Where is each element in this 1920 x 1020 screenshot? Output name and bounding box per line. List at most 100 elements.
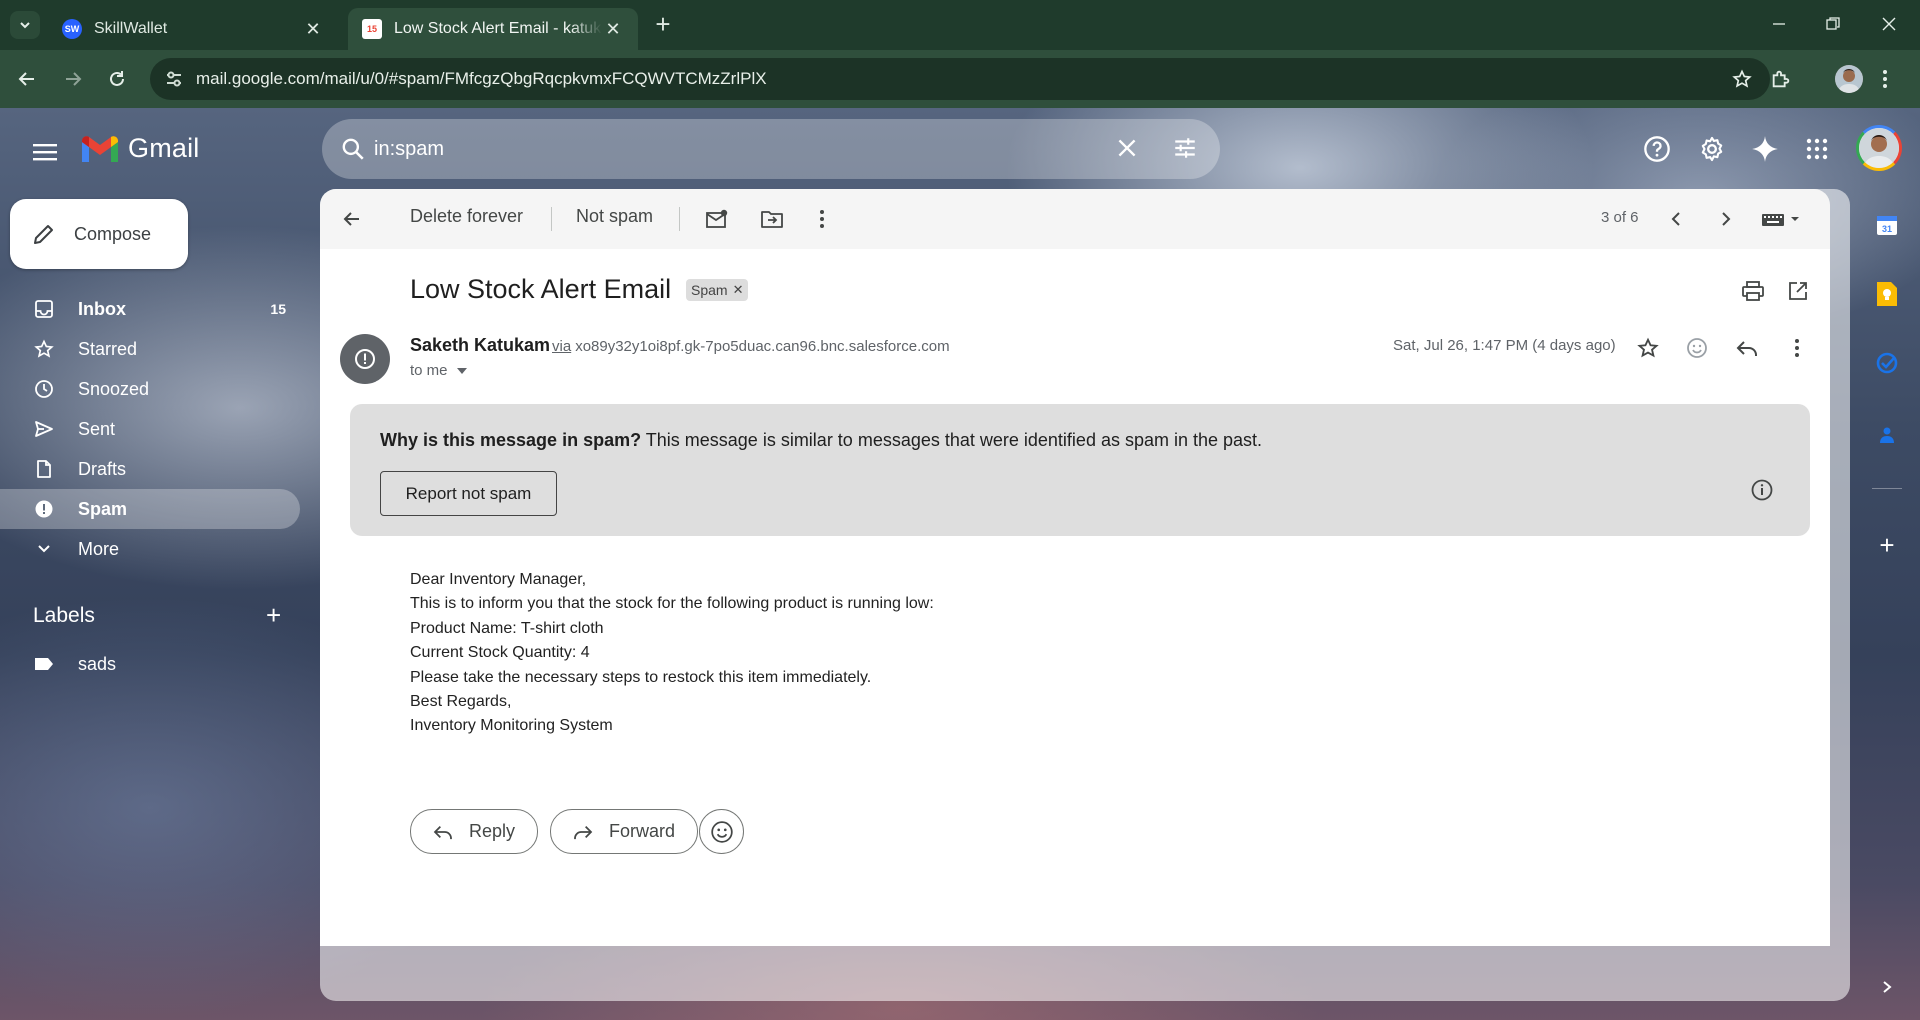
url-text[interactable]: mail.google.com/mail/u/0/#spam/FMfcgzQbg… <box>196 69 767 89</box>
clock-icon <box>32 377 56 401</box>
reload-icon[interactable] <box>102 64 132 94</box>
toolbar-divider <box>679 207 680 231</box>
spam-reason-text: Why is this message in spam? This messag… <box>380 430 1262 451</box>
gemini-sparkle-icon[interactable] <box>1748 132 1782 166</box>
message-more-icon[interactable] <box>1781 332 1813 364</box>
sidebar-item-label: Inbox <box>78 298 126 319</box>
google-apps-icon[interactable] <box>1800 132 1834 166</box>
message-body: Dear Inventory Manager, This is to infor… <box>410 568 934 739</box>
via-link[interactable]: via <box>552 338 571 355</box>
body-line: Please take the necessary steps to resto… <box>410 668 872 686</box>
help-icon[interactable] <box>1640 132 1674 166</box>
sender-name[interactable]: Saketh Katukam <box>410 335 550 356</box>
inbox-icon <box>32 297 56 321</box>
tab-skillwallet[interactable]: SW SkillWallet ✕ <box>48 8 338 50</box>
close-tab-icon[interactable]: ✕ <box>602 18 624 40</box>
body-line: This is to inform you that the stock for… <box>410 595 934 613</box>
browser-menu-icon[interactable] <box>1870 64 1900 94</box>
sidebar-item-label: sads <box>78 653 117 674</box>
tab-search-dropdown-icon[interactable] <box>10 11 40 39</box>
print-icon[interactable] <box>1737 275 1769 307</box>
clear-search-icon[interactable] <box>1114 135 1140 166</box>
sidebar-item-starred[interactable]: Starred <box>0 329 300 369</box>
sidebar-item-label: Spam <box>78 498 128 519</box>
mark-as-unread-icon[interactable] <box>701 203 733 235</box>
back-icon[interactable] <box>12 64 42 94</box>
sidebar-item-label: Snoozed <box>78 378 150 399</box>
browser-toolbar: mail.google.com/mail/u/0/#spam/FMfcgzQbg… <box>0 50 1920 108</box>
move-to-icon[interactable] <box>756 203 788 235</box>
sidebar-item-snoozed[interactable]: Snoozed <box>0 369 300 409</box>
sender-domain: xo89y32y1oi8pf.gk-7po5duac.can96.bnc.sal… <box>575 338 950 355</box>
close-tab-icon[interactable]: ✕ <box>302 18 324 40</box>
body-line: Current Stock Quantity: 4 <box>410 644 590 662</box>
spam-label-chip: Spam ✕ <box>686 279 749 301</box>
search-input[interactable] <box>374 119 1074 179</box>
sidebar-label-sads[interactable]: sads <box>0 644 300 684</box>
close-window-icon[interactable] <box>1866 8 1912 40</box>
emoji-reaction-button[interactable] <box>699 809 744 854</box>
compose-button[interactable]: Compose <box>10 199 188 269</box>
add-reaction-icon[interactable] <box>1681 332 1713 364</box>
keep-app-icon[interactable] <box>1870 277 1904 311</box>
add-label-icon[interactable]: + <box>266 602 281 628</box>
labels-heading: Labels <box>33 604 95 627</box>
sidebar-item-sent[interactable]: Sent <box>0 409 300 449</box>
restore-icon[interactable] <box>1810 8 1856 40</box>
spam-warning-banner <box>350 404 1810 536</box>
account-avatar[interactable] <box>1856 125 1902 171</box>
forward-button[interactable]: Forward <box>550 809 699 854</box>
forward-icon[interactable] <box>58 64 88 94</box>
more-options-icon[interactable] <box>806 203 838 235</box>
sidebar-item-label: More <box>78 538 120 559</box>
sidebar-item-drafts[interactable]: Drafts <box>0 449 300 489</box>
delete-forever-button[interactable]: Delete forever <box>410 206 523 227</box>
sidebar-item-inbox[interactable]: Inbox 15 <box>0 289 300 329</box>
main-menu-icon[interactable] <box>28 137 62 167</box>
not-spam-button[interactable]: Not spam <box>576 206 653 227</box>
tasks-app-icon[interactable] <box>1870 346 1904 380</box>
reply-icon[interactable] <box>1731 332 1763 364</box>
extensions-icon[interactable] <box>1766 64 1796 94</box>
gmail-wordmark: Gmail <box>128 133 200 163</box>
newer-message-icon[interactable] <box>1660 203 1692 235</box>
body-line: Best Regards, <box>410 693 512 711</box>
spam-reason-heading: Why is this message in spam? <box>380 430 642 450</box>
back-to-spam-icon[interactable] <box>336 203 368 235</box>
input-tools-keyboard-icon[interactable] <box>1757 203 1807 235</box>
compose-label: Compose <box>74 223 152 244</box>
star-message-icon[interactable] <box>1632 332 1664 364</box>
tab-gmail[interactable]: 15 Low Stock Alert Email - katukam ✕ <box>348 8 638 50</box>
new-tab-icon[interactable]: + <box>650 11 676 38</box>
caret-down-icon[interactable] <box>456 366 468 376</box>
sidebar-item-more[interactable]: More <box>0 529 300 569</box>
older-message-icon[interactable] <box>1710 203 1742 235</box>
get-addons-icon[interactable]: + <box>1870 528 1904 562</box>
browser-profile-avatar[interactable] <box>1835 65 1863 93</box>
open-in-new-window-icon[interactable] <box>1782 275 1814 307</box>
body-line: Product Name: T-shirt cloth <box>410 619 604 637</box>
settings-gear-icon[interactable] <box>1695 132 1729 166</box>
address-bar[interactable]: mail.google.com/mail/u/0/#spam/FMfcgzQbg… <box>150 58 1770 100</box>
gmail-logo[interactable]: Gmail <box>80 133 200 164</box>
search-icon[interactable] <box>340 136 366 167</box>
label-tag-icon <box>32 652 56 676</box>
sidebar-item-spam[interactable]: Spam <box>0 489 300 529</box>
site-settings-icon[interactable] <box>164 69 184 94</box>
browser-tab-strip: SW SkillWallet ✕ 15 Low Stock Alert Emai… <box>0 0 1920 50</box>
minimize-icon[interactable] <box>1756 8 1802 40</box>
search-options-icon[interactable] <box>1172 135 1198 166</box>
remove-label-icon[interactable]: ✕ <box>733 282 744 298</box>
bookmark-star-icon[interactable] <box>1732 69 1752 94</box>
reply-icon <box>433 824 453 840</box>
spam-reason-detail: This message is similar to messages that… <box>641 430 1263 450</box>
hide-side-panel-icon[interactable] <box>1870 970 1904 1004</box>
contacts-app-icon[interactable] <box>1870 418 1904 452</box>
report-not-spam-button[interactable]: Report not spam <box>380 471 557 516</box>
search-bar <box>322 119 1220 179</box>
info-icon[interactable] <box>1750 478 1774 507</box>
calendar-app-icon[interactable]: 31 <box>1870 208 1904 242</box>
tab-title: Low Stock Alert Email - katukam <box>394 20 602 37</box>
reply-button[interactable]: Reply <box>410 809 539 854</box>
recipient-details[interactable]: to me <box>410 362 468 379</box>
